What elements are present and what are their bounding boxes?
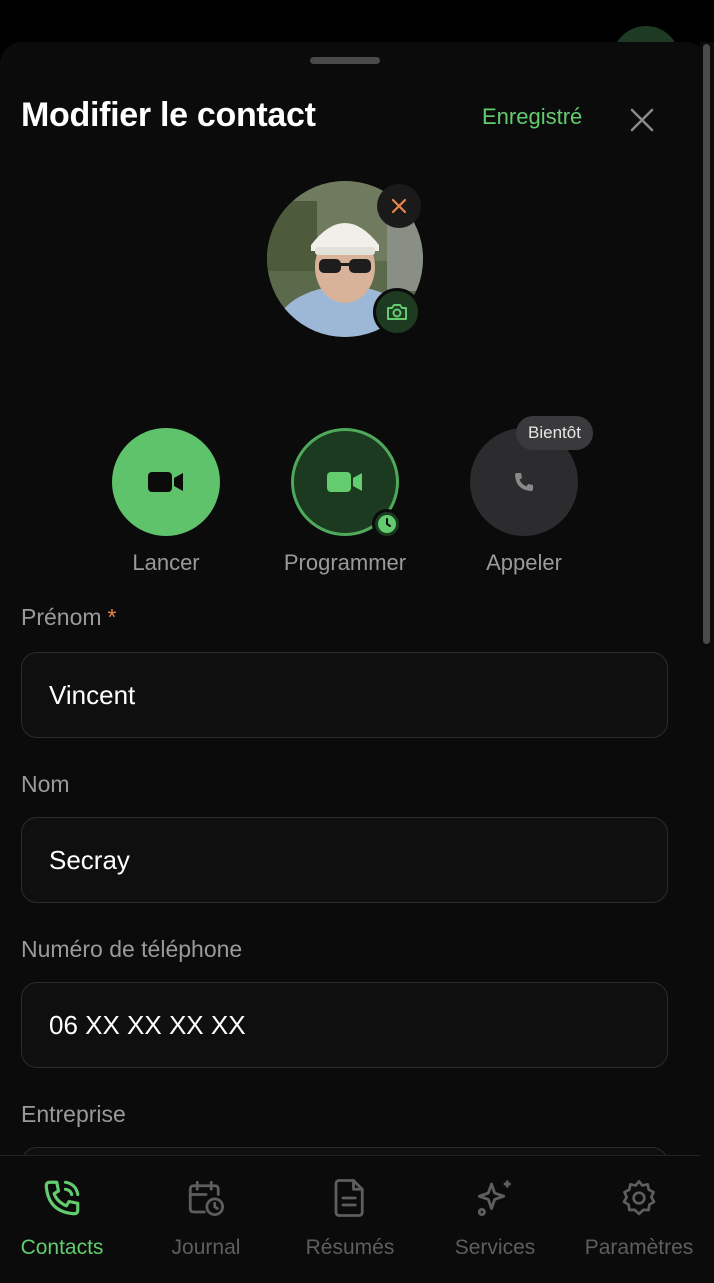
camera-icon bbox=[387, 304, 407, 320]
clock-badge bbox=[372, 509, 402, 539]
save-status: Enregistré bbox=[482, 104, 583, 129]
close-button[interactable] bbox=[622, 100, 662, 140]
last-name-field[interactable]: Secray bbox=[21, 817, 668, 903]
close-icon bbox=[391, 198, 407, 214]
calendar-clock-icon bbox=[188, 1180, 225, 1217]
change-photo-button[interactable] bbox=[373, 288, 421, 336]
launch-call-button[interactable] bbox=[112, 428, 220, 536]
phone-call-label: Appeler bbox=[486, 550, 562, 575]
tab-contacts[interactable]: Contacts bbox=[0, 1176, 132, 1260]
remove-photo-button[interactable] bbox=[377, 184, 421, 228]
coming-soon-badge: Bientôt bbox=[516, 416, 593, 450]
contact-photo-area bbox=[267, 181, 423, 337]
clock-icon bbox=[378, 515, 396, 533]
bottom-tab-bar: Contacts Journal Résumés Services Paramè… bbox=[0, 1155, 708, 1283]
page-title: Modifier le contact bbox=[21, 96, 316, 134]
required-mark: * bbox=[107, 604, 117, 630]
first-name-field[interactable]: Vincent bbox=[21, 652, 668, 738]
schedule-call-action[interactable]: Programmer bbox=[270, 428, 420, 576]
tab-settings[interactable]: Paramètres bbox=[569, 1176, 708, 1260]
phone-call-icon bbox=[44, 1180, 80, 1216]
last-name-label: Nom bbox=[21, 771, 70, 797]
scrollbar-thumb[interactable] bbox=[703, 44, 710, 644]
gear-icon bbox=[622, 1180, 656, 1216]
launch-call-label: Lancer bbox=[132, 550, 200, 575]
tab-services-label: Services bbox=[454, 1236, 536, 1259]
close-icon bbox=[630, 108, 654, 132]
tab-summaries[interactable]: Résumés bbox=[280, 1176, 420, 1260]
tab-journal[interactable]: Journal bbox=[136, 1176, 276, 1260]
schedule-call-button[interactable] bbox=[291, 428, 402, 539]
phone-icon bbox=[515, 473, 533, 491]
edit-contact-sheet: Modifier le contact Enregistré Lancer Pr… bbox=[0, 42, 708, 1283]
video-icon bbox=[327, 472, 362, 492]
document-icon bbox=[334, 1179, 364, 1217]
video-icon bbox=[148, 472, 183, 492]
schedule-call-label: Programmer bbox=[283, 550, 407, 575]
phone-number-label: Numéro de téléphone bbox=[21, 936, 243, 962]
launch-call-action[interactable]: Lancer bbox=[91, 428, 241, 576]
tab-journal-label: Journal bbox=[171, 1236, 241, 1259]
tab-contacts-label: Contacts bbox=[20, 1236, 104, 1259]
phone-number-field[interactable]: 06 XX XX XX XX bbox=[21, 982, 668, 1068]
phone-call-action: Appeler bbox=[449, 428, 599, 576]
sheet-drag-handle[interactable] bbox=[310, 57, 380, 64]
tab-settings-label: Paramètres bbox=[584, 1236, 694, 1259]
first-name-label: Prénom * bbox=[21, 604, 117, 630]
sparkles-icon bbox=[477, 1180, 511, 1217]
tab-services[interactable]: Services bbox=[425, 1176, 565, 1260]
tab-summaries-label: Résumés bbox=[305, 1236, 395, 1259]
company-label: Entreprise bbox=[21, 1101, 126, 1127]
